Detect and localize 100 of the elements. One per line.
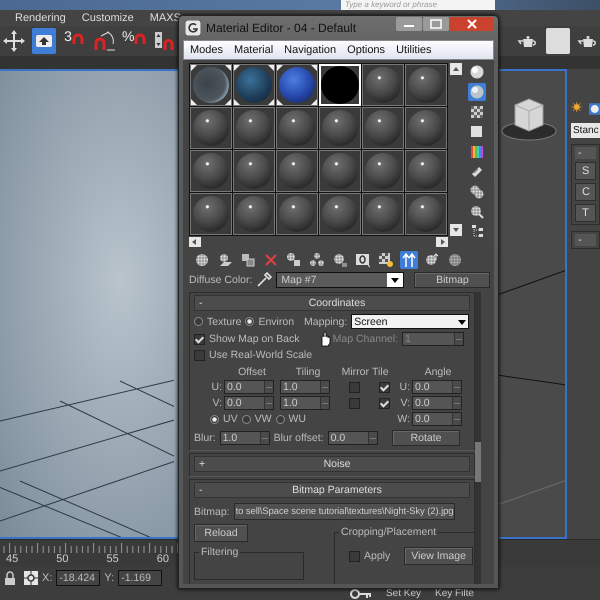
maximize-icon[interactable] [423, 17, 449, 31]
sun-icon[interactable] [571, 99, 582, 115]
radio-button[interactable] [210, 414, 219, 424]
sphere-list-icon[interactable] [331, 251, 349, 269]
window-title: Material Editor - 04 - Default [206, 21, 356, 35]
checkbox[interactable] [349, 550, 360, 562]
group-title: Cropping/Placement [339, 526, 438, 538]
reload-button[interactable]: Reload [194, 524, 248, 542]
column-header: Tiling [294, 366, 322, 378]
field-label: Map Channel: [332, 333, 398, 345]
spinner-field[interactable]: 0.0 [412, 380, 462, 394]
radio-button[interactable] [194, 317, 203, 326]
column-header: Angle [424, 366, 452, 378]
rotate-button[interactable]: Rotate [392, 430, 460, 446]
spheres-icon[interactable] [285, 251, 303, 269]
radio-button[interactable] [242, 414, 251, 424]
field-label: Bitmap: [194, 506, 230, 518]
rollout-header[interactable]: + Noise [194, 456, 470, 472]
spinner-field[interactable]: 0.0 [412, 396, 462, 410]
object-type-button[interactable]: T [575, 204, 596, 222]
column-header: Mirror [340, 366, 370, 378]
spinner-field[interactable]: 0.0 [224, 396, 274, 410]
checkbox[interactable] [378, 398, 390, 408]
type-dropdown[interactable]: Stanc [571, 123, 600, 138]
color-bars-icon[interactable] [468, 143, 486, 161]
spinner-field[interactable]: 0.0 [224, 380, 274, 394]
squares-icon[interactable] [239, 251, 257, 269]
field-label: Mapping: [304, 316, 348, 328]
radio-label: VW [254, 413, 272, 425]
dotted-spheres-icon[interactable] [468, 183, 486, 201]
vertical-scrollbar[interactable] [450, 63, 463, 236]
group-title: Filtering [199, 546, 240, 558]
spinner-field[interactable]: 0.0 [412, 412, 462, 426]
coordinate-field[interactable]: -1.169 [118, 570, 162, 586]
coordinate-field[interactable]: -18.424 [56, 570, 100, 586]
radio-button[interactable] [276, 414, 285, 424]
radio-label: Texture [207, 316, 242, 328]
field-label: Blur offset: [274, 432, 324, 444]
up-arrows-icon[interactable] [400, 251, 418, 269]
rollout-toggle[interactable]: - [575, 147, 596, 159]
object-type-button[interactable]: C [575, 183, 596, 201]
key-icon[interactable] [350, 588, 372, 598]
magnifier-icon[interactable] [468, 203, 486, 221]
lock-icon[interactable] [4, 571, 16, 585]
eyedropper-icon[interactable] [256, 272, 272, 288]
snap-toggle-button[interactable]: % [122, 28, 146, 54]
menu-item[interactable]: Utilities [396, 44, 432, 56]
spinner-field[interactable]: 0.0 [328, 431, 378, 445]
checker-icon[interactable] [468, 103, 486, 121]
field-label: Blur: [194, 432, 216, 444]
material-slot[interactable] [190, 64, 232, 106]
minimize-icon[interactable] [396, 17, 422, 31]
move-arrows-icon[interactable] [2, 28, 26, 54]
rollout-header[interactable]: - Coordinates [194, 295, 470, 311]
spinner-field[interactable]: 1.0 [220, 431, 270, 445]
checkbox[interactable] [194, 350, 205, 360]
checkbox[interactable] [348, 382, 360, 392]
row-label: U: [398, 381, 411, 393]
key-button[interactable]: Key Filte [435, 588, 474, 599]
checkbox[interactable] [348, 398, 360, 408]
radio-button[interactable] [245, 317, 254, 326]
bitmap-path-button[interactable]: to sell\Space scene tutorial\textures\Night-Sky (2).jpg [234, 503, 456, 520]
spinner-field[interactable]: 1.0 [280, 380, 330, 394]
menu-item[interactable]: Customize [82, 12, 134, 24]
menu-item[interactable]: Material [234, 44, 274, 56]
vertical-scrollbar[interactable] [475, 292, 481, 584]
object-type-button[interactable]: S [575, 162, 596, 180]
mapping-dropdown[interactable]: Screen [351, 314, 470, 329]
dotted-sphere-icon[interactable] [446, 251, 464, 269]
spinner-field[interactable]: 1.0 [280, 396, 330, 410]
map-type-button[interactable]: Bitmap [414, 272, 490, 288]
frame-number: 60 [156, 553, 169, 565]
sphere-icon[interactable] [468, 63, 486, 81]
frame-number: 45 [6, 553, 18, 565]
rollout-toggle[interactable]: - [575, 234, 596, 246]
menu-item[interactable]: Modes [190, 44, 224, 56]
crosshair-icon[interactable] [24, 571, 38, 585]
checker-bulb-icon[interactable] [377, 251, 395, 269]
menu-item[interactable]: Navigation [284, 44, 336, 56]
frame-number: 50 [56, 553, 68, 565]
frame-number: 55 [106, 553, 119, 565]
key-button[interactable]: Set Key [386, 588, 422, 599]
menu-item[interactable]: Rendering [15, 12, 66, 24]
view-image-button[interactable]: View Image [404, 547, 473, 565]
horizontal-scrollbar[interactable] [189, 237, 448, 249]
menu-item[interactable]: Options [347, 44, 386, 56]
snap-toggle-button[interactable]: 3 [62, 28, 86, 54]
zero-box-icon[interactable] [354, 251, 372, 269]
radio-label: UV [223, 413, 238, 425]
checkbox-label: Apply [364, 550, 390, 562]
material-slot[interactable] [276, 64, 318, 106]
map-name-dropdown[interactable]: Map #7 [276, 272, 404, 288]
spheres-icon[interactable] [308, 251, 326, 269]
row-label: V: [399, 397, 411, 409]
checkbox[interactable] [194, 334, 205, 344]
material-slot[interactable] [233, 64, 275, 106]
rollout-header[interactable]: - Bitmap Parameters [194, 482, 470, 498]
checkbox[interactable] [378, 382, 390, 392]
close-icon[interactable] [450, 17, 494, 31]
dotted-sphere-icon[interactable] [193, 251, 211, 269]
